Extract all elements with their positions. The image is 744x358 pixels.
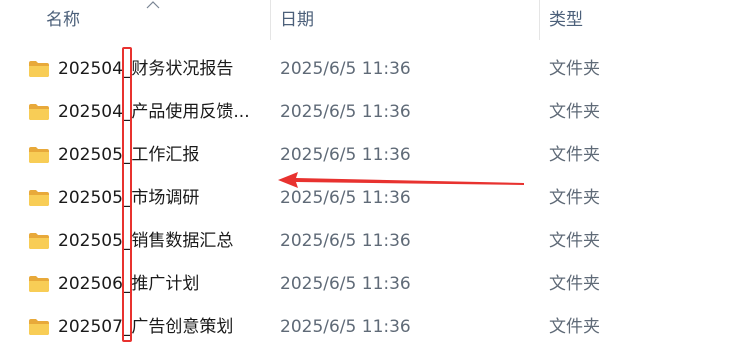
column-divider[interactable]	[539, 0, 540, 40]
folder-icon	[29, 190, 49, 206]
folder-icon	[29, 319, 49, 335]
file-type: 文件夹	[549, 274, 600, 294]
file-row[interactable]: 202506_推广计划 2025/6/5 11:36 文件夹	[0, 263, 744, 306]
file-name: 202505_销售数据汇总	[58, 231, 234, 251]
file-date: 2025/6/5 11:36	[280, 59, 411, 79]
file-type: 文件夹	[549, 59, 600, 79]
column-divider[interactable]	[270, 0, 271, 40]
file-type: 文件夹	[549, 317, 600, 337]
folder-icon	[29, 61, 49, 77]
folder-icon	[29, 276, 49, 292]
file-row[interactable]: 202504_财务状况报告 2025/6/5 11:36 文件夹	[0, 48, 744, 91]
file-row[interactable]: 202504_产品使用反馈... 2025/6/5 11:36 文件夹	[0, 91, 744, 134]
file-date: 2025/6/5 11:36	[280, 317, 411, 337]
file-type: 文件夹	[549, 102, 600, 122]
file-row[interactable]: 202505_工作汇报 2025/6/5 11:36 文件夹	[0, 134, 744, 177]
file-list: 202504_财务状况报告 2025/6/5 11:36 文件夹 202504_…	[0, 48, 744, 349]
file-type: 文件夹	[549, 188, 600, 208]
file-name: 202505_市场调研	[58, 188, 200, 208]
file-date: 2025/6/5 11:36	[280, 102, 411, 122]
file-name: 202505_工作汇报	[58, 145, 200, 165]
folder-icon	[29, 104, 49, 120]
file-date: 2025/6/5 11:36	[280, 231, 411, 251]
folder-icon	[29, 147, 49, 163]
column-header-type[interactable]: 类型	[549, 0, 729, 40]
file-row[interactable]: 202507_广告创意策划 2025/6/5 11:36 文件夹	[0, 306, 744, 349]
column-header-name[interactable]: 名称	[46, 0, 266, 40]
file-date: 2025/6/5 11:36	[280, 274, 411, 294]
file-name: 202507_广告创意策划	[58, 317, 234, 337]
file-name: 202504_产品使用反馈...	[58, 102, 250, 122]
file-date: 2025/6/5 11:36	[280, 188, 411, 208]
file-name: 202506_推广计划	[58, 274, 200, 294]
file-type: 文件夹	[549, 145, 600, 165]
file-row[interactable]: 202505_市场调研 2025/6/5 11:36 文件夹	[0, 177, 744, 220]
file-date: 2025/6/5 11:36	[280, 145, 411, 165]
folder-icon	[29, 233, 49, 249]
file-type: 文件夹	[549, 231, 600, 251]
column-header-date[interactable]: 日期	[280, 0, 530, 40]
file-row[interactable]: 202505_销售数据汇总 2025/6/5 11:36 文件夹	[0, 220, 744, 263]
column-header-bar: 名称 日期 类型	[0, 0, 744, 40]
file-name: 202504_财务状况报告	[58, 59, 234, 79]
